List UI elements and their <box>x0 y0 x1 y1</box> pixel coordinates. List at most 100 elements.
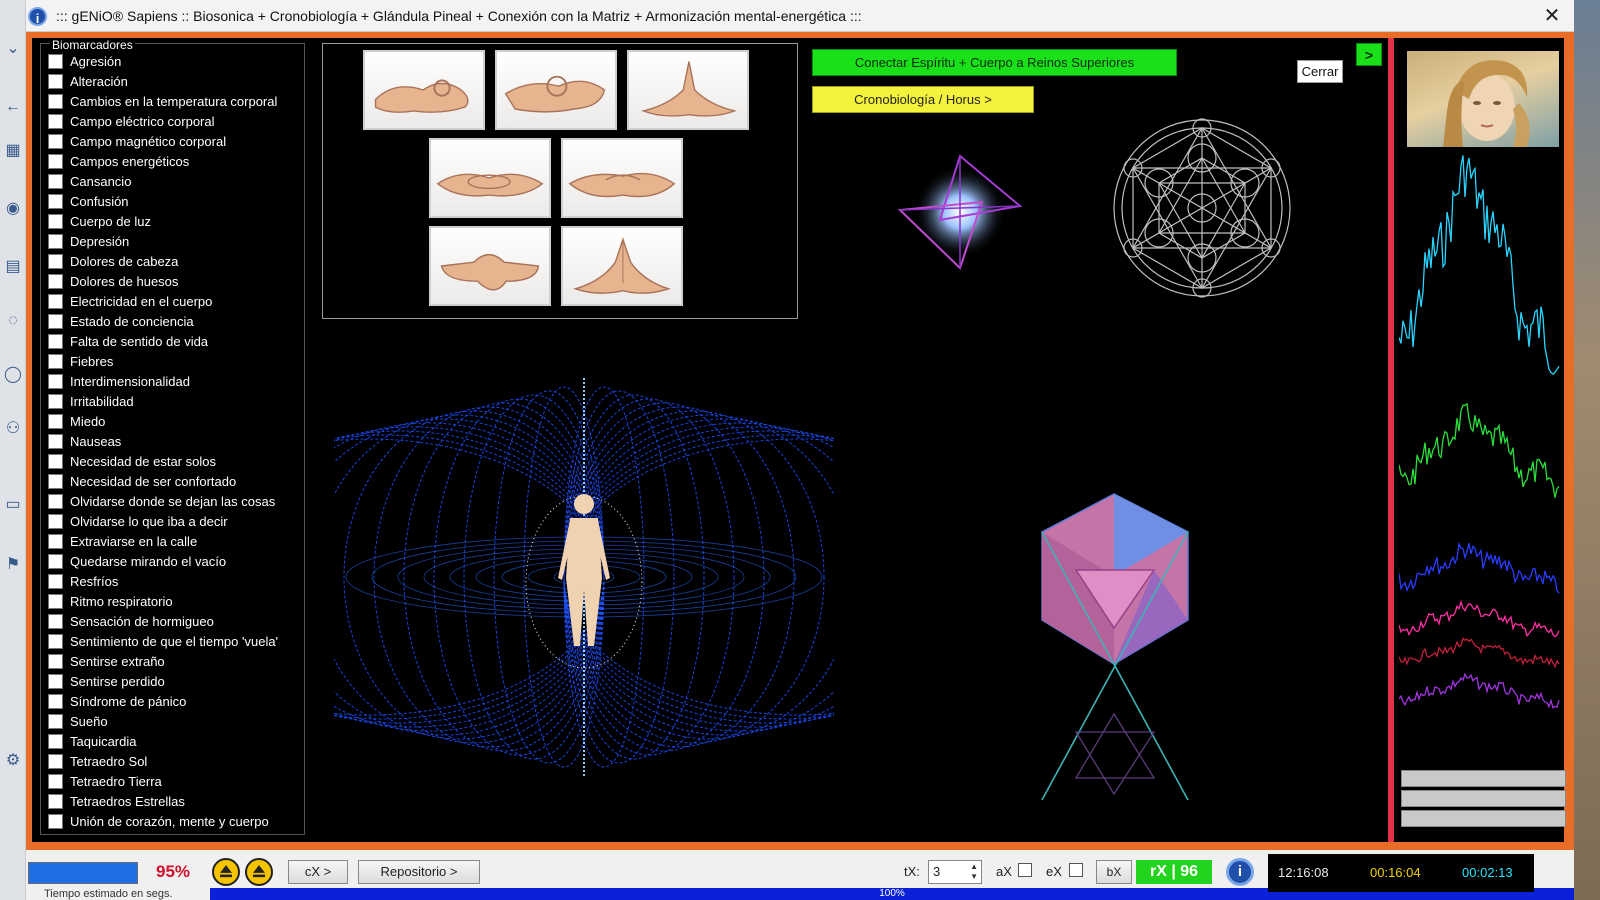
biomarker-item[interactable]: Síndrome de pánico <box>48 691 186 711</box>
biomarker-checkbox[interactable] <box>48 413 63 429</box>
biomarker-item[interactable]: Olvidarse donde se dejan las cosas <box>48 491 275 511</box>
biomarker-item[interactable]: Dolores de cabeza <box>48 251 178 271</box>
info-icon[interactable]: i <box>1226 858 1254 886</box>
mudra-image-4[interactable] <box>429 138 551 218</box>
biomarker-item[interactable]: Depresión <box>48 231 129 251</box>
biomarker-checkbox[interactable] <box>48 253 63 269</box>
mudra-image-1[interactable] <box>363 50 485 130</box>
biomarker-item[interactable]: Extraviarse en la calle <box>48 531 197 551</box>
biomarker-checkbox[interactable] <box>48 453 63 469</box>
biomarker-checkbox[interactable] <box>48 173 63 189</box>
mudra-image-6[interactable] <box>429 226 551 306</box>
chronobiology-button[interactable]: Cronobiología / Horus > <box>812 86 1034 113</box>
biomarker-checkbox[interactable] <box>48 193 63 209</box>
ex-checkbox[interactable] <box>1069 863 1083 877</box>
biomarker-checkbox[interactable] <box>48 793 63 809</box>
biomarker-checkbox[interactable] <box>48 433 63 449</box>
biomarker-checkbox[interactable] <box>48 473 63 489</box>
biomarker-checkbox[interactable] <box>48 153 63 169</box>
biomarker-item[interactable]: Confusión <box>48 191 129 211</box>
biomarker-item[interactable]: Estado de conciencia <box>48 311 194 331</box>
biomarker-checkbox[interactable] <box>48 293 63 309</box>
biomarker-checkbox[interactable] <box>48 813 63 829</box>
biomarker-item[interactable]: Tetraedro Sol <box>48 751 147 771</box>
biomarker-item[interactable]: Unión de corazón, mente y cuerpo <box>48 811 269 831</box>
biomarker-checkbox[interactable] <box>48 393 63 409</box>
mudra-image-2[interactable] <box>495 50 617 130</box>
repositorio-button[interactable]: Repositorio > <box>358 860 480 884</box>
biomarker-checkbox[interactable] <box>48 213 63 229</box>
ax-checkbox[interactable] <box>1018 863 1032 877</box>
cx-button[interactable]: cX > <box>288 860 348 884</box>
biomarker-checkbox[interactable] <box>48 753 63 769</box>
biomarker-checkbox[interactable] <box>48 113 63 129</box>
biomarker-item[interactable]: Alteración <box>48 71 128 91</box>
biomarker-item[interactable]: Cambios en la temperatura corporal <box>48 91 277 111</box>
biomarker-item[interactable]: Olvidarse lo que iba a decir <box>48 511 228 531</box>
biomarker-item[interactable]: Taquicardia <box>48 731 137 751</box>
biomarker-checkbox[interactable] <box>48 633 63 649</box>
biomarker-item[interactable]: Campos energéticos <box>48 151 189 171</box>
biomarker-checkbox[interactable] <box>48 713 63 729</box>
biomarker-checkbox[interactable] <box>48 613 63 629</box>
biomarker-item[interactable]: Quedarse mirando el vacío <box>48 551 226 571</box>
biomarker-item[interactable]: Interdimensionalidad <box>48 371 190 391</box>
eject-up-button-2[interactable] <box>245 858 273 886</box>
biomarker-item[interactable]: Sentirse perdido <box>48 671 165 691</box>
biomarker-checkbox[interactable] <box>48 353 63 369</box>
biomarker-item[interactable]: Fiebres <box>48 351 113 371</box>
biomarker-item[interactable]: Resfríos <box>48 571 118 591</box>
biomarker-checkbox[interactable] <box>48 373 63 389</box>
biomarker-item[interactable]: Tetraedro Tierra <box>48 771 162 791</box>
biomarker-checkbox[interactable] <box>48 673 63 689</box>
biomarker-item[interactable]: Falta de sentido de vida <box>48 331 208 351</box>
biomarker-item[interactable]: Sensación de hormigueo <box>48 611 214 631</box>
biomarker-checkbox[interactable] <box>48 493 63 509</box>
biomarker-item[interactable]: Miedo <box>48 411 105 431</box>
biomarker-item[interactable]: Agresión <box>48 51 121 71</box>
biomarker-item[interactable]: Necesidad de estar solos <box>48 451 216 471</box>
biomarker-item[interactable]: Sueño <box>48 711 108 731</box>
biomarker-checkbox[interactable] <box>48 533 63 549</box>
stepper-arrows-icon[interactable]: ▲ ▼ <box>970 862 978 882</box>
biomarker-item[interactable]: Sentimiento de que el tiempo 'vuela' <box>48 631 278 651</box>
biomarker-checkbox[interactable] <box>48 273 63 289</box>
close-window-button[interactable]: ✕ <box>1538 4 1566 28</box>
eject-up-button-1[interactable] <box>212 858 240 886</box>
biomarker-checkbox[interactable] <box>48 93 63 109</box>
biomarker-checkbox[interactable] <box>48 73 63 89</box>
biomarker-item[interactable]: Cansancio <box>48 171 131 191</box>
biomarker-item[interactable]: Cuerpo de luz <box>48 211 151 231</box>
biomarker-item[interactable]: Irritabilidad <box>48 391 134 411</box>
biomarker-checkbox[interactable] <box>48 313 63 329</box>
biomarker-checkbox[interactable] <box>48 233 63 249</box>
biomarker-item[interactable]: Electricidad en el cuerpo <box>48 291 212 311</box>
biomarker-item[interactable]: Tetraedros Estrellas <box>48 791 185 811</box>
biomarker-checkbox[interactable] <box>48 513 63 529</box>
bx-button[interactable]: bX <box>1096 860 1132 884</box>
biomarker-checkbox[interactable] <box>48 773 63 789</box>
biomarker-item[interactable]: Dolores de huesos <box>48 271 178 291</box>
biomarker-checkbox[interactable] <box>48 573 63 589</box>
biomarker-item[interactable]: Campo magnético corporal <box>48 131 226 151</box>
biomarker-checkbox[interactable] <box>48 553 63 569</box>
biomarker-item[interactable]: Nauseas <box>48 431 121 451</box>
connect-spirit-button[interactable]: Conectar Espíritu + Cuerpo a Reinos Supe… <box>812 49 1177 76</box>
biomarker-checkbox[interactable] <box>48 593 63 609</box>
tx-stepper[interactable]: 3 ▲ ▼ <box>928 860 982 884</box>
biomarker-item[interactable]: Campo eléctrico corporal <box>48 111 215 131</box>
biomarker-item[interactable]: Necesidad de ser confortado <box>48 471 236 491</box>
next-button[interactable]: > <box>1356 43 1382 66</box>
biomarker-checkbox[interactable] <box>48 693 63 709</box>
biomarker-checkbox[interactable] <box>48 733 63 749</box>
cerrar-button[interactable]: Cerrar <box>1297 60 1343 83</box>
biomarker-checkbox[interactable] <box>48 333 63 349</box>
mudra-image-3[interactable] <box>627 50 749 130</box>
biomarker-checkbox[interactable] <box>48 653 63 669</box>
biomarker-checkbox[interactable] <box>48 53 63 69</box>
biomarker-item[interactable]: Sentirse extraño <box>48 651 165 671</box>
mudra-image-7[interactable] <box>561 226 683 306</box>
biomarker-item[interactable]: Ritmo respiratorio <box>48 591 173 611</box>
mudra-image-5[interactable] <box>561 138 683 218</box>
biomarker-checkbox[interactable] <box>48 133 63 149</box>
